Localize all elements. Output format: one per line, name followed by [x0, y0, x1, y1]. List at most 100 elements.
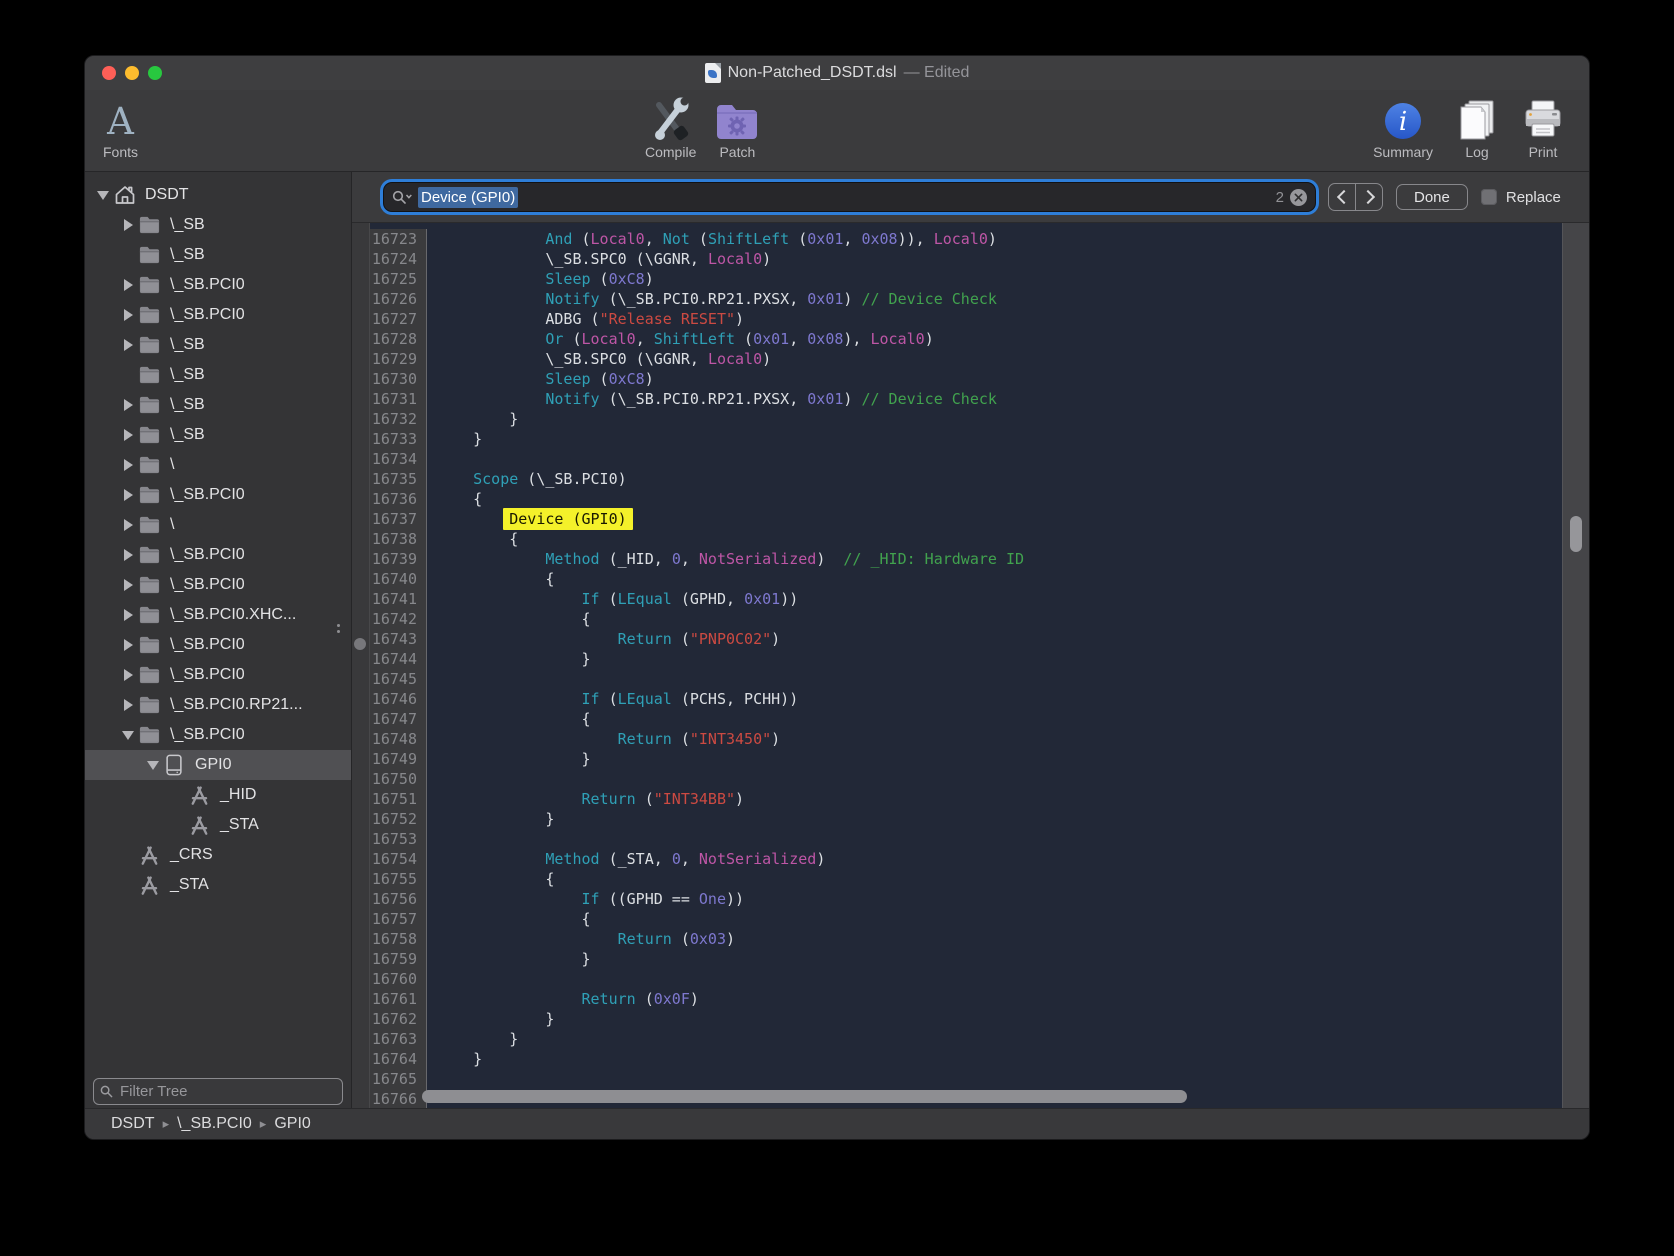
- compile-button[interactable]: Compile: [645, 96, 696, 159]
- code-line-content: }: [427, 1049, 482, 1069]
- disclosure-closed-icon[interactable]: [118, 459, 138, 471]
- fonts-button[interactable]: A Fonts: [103, 96, 138, 159]
- breadcrumb: DSDT▸\_SB.PCI0▸GPI0: [85, 1108, 1589, 1139]
- screen: Non-Patched_DSDT.dsl — Edited A Fonts: [0, 0, 1674, 1256]
- tree-item-label: \_SB.PCI0: [170, 276, 245, 294]
- tree-item-sb[interactable]: \_SB: [85, 210, 351, 240]
- code-line-content: \_SB.SPC0 (\GGNR, Local0): [427, 349, 771, 369]
- disclosure-closed-icon[interactable]: [118, 549, 138, 561]
- line-number: 16766: [369, 1089, 427, 1108]
- disclosure-closed-icon[interactable]: [118, 399, 138, 411]
- find-input[interactable]: Device (GPI0) 2: [384, 183, 1315, 211]
- log-pages-icon: [1455, 96, 1499, 142]
- disclosure-closed-icon[interactable]: [118, 669, 138, 681]
- code-line-content: }: [427, 1009, 554, 1029]
- tree-item-sb[interactable]: \_SB: [85, 240, 351, 270]
- disclosure-closed-icon[interactable]: [118, 699, 138, 711]
- disclosure-closed-icon[interactable]: [118, 579, 138, 591]
- editor-pane: Device (GPI0) 2 Done: [352, 172, 1589, 1108]
- code-line: 16745: [369, 669, 1563, 689]
- tree-item-hid[interactable]: _HID: [85, 780, 351, 810]
- tree-item-sta[interactable]: _STA: [85, 870, 351, 900]
- tree-item-sbpci0[interactable]: \_SB.PCI0: [85, 570, 351, 600]
- code-line-content: Return ("INT3450"): [427, 729, 780, 749]
- code-line: 16727 ADBG ("Release RESET"): [369, 309, 1563, 329]
- log-button[interactable]: Log: [1455, 96, 1499, 159]
- clear-search-button[interactable]: [1290, 189, 1307, 206]
- code-editor[interactable]: 16723 And (Local0, Not (ShiftLeft (0x01,…: [352, 223, 1589, 1108]
- code-line: 16750: [369, 769, 1563, 789]
- disclosure-open-icon[interactable]: [143, 761, 163, 770]
- tree-item-sbpci0[interactable]: \_SB.PCI0: [85, 660, 351, 690]
- code-line: 16723 And (Local0, Not (ShiftLeft (0x01,…: [369, 229, 1563, 249]
- filter-tree-field[interactable]: [93, 1078, 343, 1105]
- tree-item-sbpci0rp21[interactable]: \_SB.PCI0.RP21...: [85, 690, 351, 720]
- breadcrumb-item[interactable]: \_SB.PCI0: [177, 1115, 252, 1133]
- code-line: 16765: [369, 1069, 1563, 1089]
- disclosure-closed-icon[interactable]: [118, 279, 138, 291]
- patch-button[interactable]: Patch: [714, 96, 760, 159]
- code-line: 16752 }: [369, 809, 1563, 829]
- tree-item-[interactable]: \: [85, 450, 351, 480]
- tree-item-gpi0[interactable]: GPI0: [85, 750, 351, 780]
- disclosure-closed-icon[interactable]: [118, 339, 138, 351]
- tree-item-sbpci0[interactable]: \_SB.PCI0: [85, 300, 351, 330]
- scroll-position-dot[interactable]: [354, 638, 366, 650]
- tree-item-sb[interactable]: \_SB: [85, 360, 351, 390]
- tree-item-sbpci0[interactable]: \_SB.PCI0: [85, 630, 351, 660]
- tree-item-dsdt[interactable]: DSDT: [85, 180, 351, 210]
- tree-item-sbpci0xhc[interactable]: \_SB.PCI0.XHC...: [85, 600, 351, 630]
- tree-item-sbpci0[interactable]: \_SB.PCI0: [85, 540, 351, 570]
- disclosure-closed-icon[interactable]: [118, 609, 138, 621]
- tree-item-sb[interactable]: \_SB: [85, 420, 351, 450]
- tree-item-sta[interactable]: _STA: [85, 810, 351, 840]
- search-menu-icon[interactable]: [392, 190, 412, 204]
- line-number: 16756: [369, 889, 427, 909]
- filter-tree-input[interactable]: [118, 1082, 336, 1101]
- disclosure-closed-icon[interactable]: [118, 489, 138, 501]
- tree-item-sb[interactable]: \_SB: [85, 390, 351, 420]
- tree-item-sbpci0[interactable]: \_SB.PCI0: [85, 480, 351, 510]
- folder-icon: [138, 575, 164, 595]
- code-line: 16738 {: [369, 529, 1563, 549]
- tree-item-[interactable]: \: [85, 510, 351, 540]
- folder-icon: [138, 335, 164, 355]
- breadcrumb-item[interactable]: GPI0: [274, 1115, 310, 1133]
- vertical-scrollbar[interactable]: [1562, 223, 1589, 1108]
- code-line-content: And (Local0, Not (ShiftLeft (0x01, 0x08)…: [427, 229, 997, 249]
- horizontal-scrollbar-thumb[interactable]: [422, 1090, 1187, 1103]
- tree-item-crs[interactable]: _CRS: [85, 840, 351, 870]
- done-button[interactable]: Done: [1396, 184, 1468, 210]
- code-line-content: ADBG ("Release RESET"): [427, 309, 744, 329]
- tree-item-label: GPI0: [195, 756, 231, 774]
- toolbar: A Fonts Co: [85, 90, 1589, 172]
- disclosure-open-icon[interactable]: [93, 191, 113, 200]
- vertical-scrollbar-thumb[interactable]: [1570, 516, 1582, 552]
- disclosure-closed-icon[interactable]: [118, 429, 138, 441]
- breadcrumb-item[interactable]: DSDT: [111, 1115, 155, 1133]
- find-previous-button[interactable]: [1329, 184, 1355, 210]
- code-line: 16746 If (LEqual (PCHS, PCHH)): [369, 689, 1563, 709]
- disclosure-closed-icon[interactable]: [118, 309, 138, 321]
- method-icon: [138, 874, 164, 897]
- tree-item-label: \_SB.PCI0: [170, 486, 245, 504]
- code-line: 16743 Return ("PNP0C02"): [369, 629, 1563, 649]
- summary-button[interactable]: i Summary: [1373, 96, 1433, 159]
- print-button[interactable]: Print: [1521, 96, 1565, 159]
- tree-item-sbpci0[interactable]: \_SB.PCI0: [85, 720, 351, 750]
- find-next-button[interactable]: [1355, 184, 1382, 210]
- code-line-content: [427, 829, 437, 849]
- tree-item-sb[interactable]: \_SB: [85, 330, 351, 360]
- line-number: 16740: [369, 569, 427, 589]
- splitter-grip[interactable]: [337, 624, 340, 633]
- disclosure-open-icon[interactable]: [118, 731, 138, 740]
- replace-checkbox[interactable]: [1481, 189, 1497, 205]
- folder-icon: [138, 365, 164, 385]
- disclosure-closed-icon[interactable]: [118, 219, 138, 231]
- disclosure-closed-icon[interactable]: [118, 519, 138, 531]
- code-line-content: {: [427, 909, 591, 929]
- elevator-strip[interactable]: [352, 223, 370, 1108]
- disclosure-closed-icon[interactable]: [118, 639, 138, 651]
- tree-item-sbpci0[interactable]: \_SB.PCI0: [85, 270, 351, 300]
- folder-icon: [138, 665, 164, 685]
